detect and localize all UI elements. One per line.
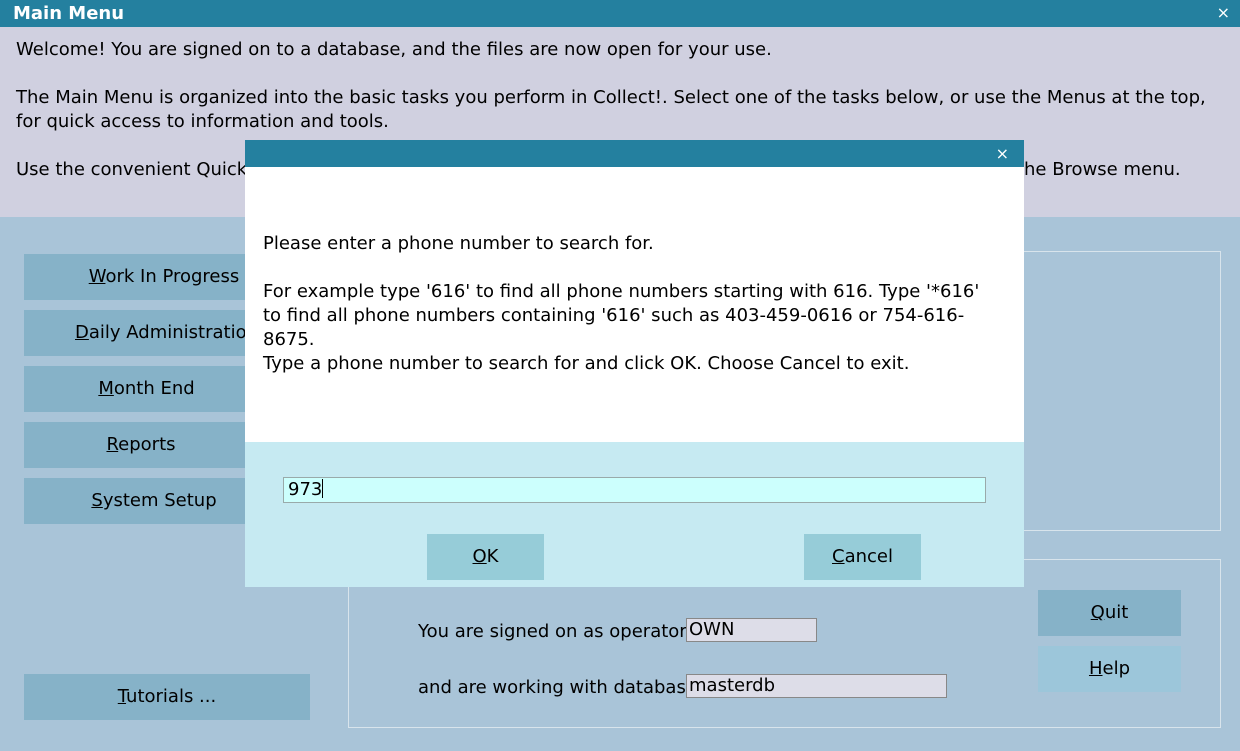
- welcome-description: The Main Menu is organized into the basi…: [16, 87, 1206, 132]
- cancel-button[interactable]: Cancel: [804, 534, 921, 580]
- dialog-titlebar: ×: [245, 140, 1024, 167]
- database-label: and are working with database: [418, 677, 697, 698]
- tutorials-accel: T: [117, 686, 127, 707]
- help-button[interactable]: Help: [1038, 646, 1181, 692]
- month-end-accel: M: [98, 378, 114, 399]
- dialog-instruction: Type a phone number to search for and cl…: [263, 353, 910, 374]
- work-in-progress-accel: W: [88, 266, 106, 287]
- daily-administration-accel: D: [75, 322, 89, 343]
- tutorials-button[interactable]: Tutorials ...: [24, 674, 310, 720]
- help-accel: H: [1088, 658, 1103, 679]
- month-end-button[interactable]: Month End: [24, 366, 269, 412]
- reports-accel: R: [106, 434, 119, 455]
- system-setup-label: ystem Setup: [102, 490, 217, 511]
- reports-button[interactable]: Reports: [24, 422, 258, 468]
- phone-search-value: 973: [288, 479, 323, 500]
- dialog-prompt: Please enter a phone number to search fo…: [263, 233, 654, 254]
- window-title: Main Menu: [13, 3, 125, 24]
- window-close-icon[interactable]: ×: [1217, 3, 1230, 22]
- ok-accel: O: [472, 546, 487, 567]
- quit-accel: Q: [1090, 602, 1105, 623]
- text-caret: [322, 479, 324, 498]
- quick-search-hint-left: Use the convenient Quick S: [16, 159, 265, 180]
- quit-label: uit: [1104, 602, 1129, 623]
- operator-label: You are signed on as operator: [418, 621, 687, 642]
- phone-search-input[interactable]: 973: [283, 477, 986, 503]
- dialog-example: For example type '616' to find all phone…: [263, 281, 980, 350]
- work-in-progress-label: ork In Progress: [105, 266, 240, 287]
- database-field: masterdb: [686, 674, 947, 698]
- reports-label: eports: [118, 434, 176, 455]
- dialog-message-area: Please enter a phone number to search fo…: [245, 167, 1024, 442]
- welcome-line: Welcome! You are signed on to a database…: [16, 39, 772, 60]
- help-label: elp: [1102, 658, 1131, 679]
- operator-field: OWN: [686, 618, 817, 642]
- phone-search-dialog: × Please enter a phone number to search …: [245, 140, 1024, 587]
- cancel-label: ancel: [844, 546, 893, 567]
- dialog-close-icon[interactable]: ×: [996, 144, 1009, 163]
- daily-administration-label: aily Administration: [88, 322, 258, 343]
- quick-search-hint-right: he Browse menu.: [1024, 159, 1181, 180]
- month-end-label: onth End: [113, 378, 195, 399]
- cancel-accel: C: [832, 546, 845, 567]
- ok-label: K: [486, 546, 499, 567]
- info-panel: [1020, 251, 1221, 531]
- system-setup-accel: S: [91, 490, 103, 511]
- quit-button[interactable]: Quit: [1038, 590, 1181, 636]
- window-titlebar: Main Menu ×: [0, 0, 1240, 27]
- ok-button[interactable]: OK: [427, 534, 544, 580]
- tutorials-label: utorials ...: [126, 686, 217, 707]
